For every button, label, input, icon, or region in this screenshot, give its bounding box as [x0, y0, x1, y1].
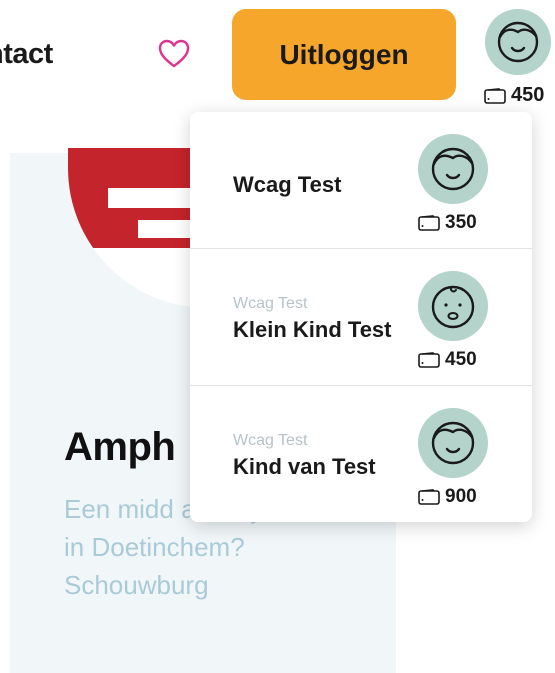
- user-credits: 450: [484, 84, 544, 107]
- profile-name: Wcag Test: [233, 172, 342, 197]
- credits-value: 900: [445, 486, 477, 507]
- nav-link-contact[interactable]: ntact: [0, 38, 53, 71]
- profile-parent-name: Wcag Test: [233, 432, 308, 449]
- profile-credits: 350: [418, 212, 477, 234]
- profile-credits: 900: [418, 486, 477, 508]
- baby-face-icon: [418, 271, 488, 341]
- profile-item[interactable]: Wcag Test Klein Kind Test 450: [190, 249, 532, 386]
- boy-face-icon: [418, 408, 488, 478]
- credits-value: 350: [445, 212, 477, 233]
- profile-credits: 450: [418, 349, 477, 371]
- boy-face-icon: [418, 134, 488, 204]
- user-avatar-icon[interactable]: [485, 9, 551, 75]
- profile-name: Kind van Test: [233, 454, 376, 479]
- profile-item[interactable]: Wcag Test 350: [190, 112, 532, 249]
- profile-name: Klein Kind Test: [233, 317, 392, 342]
- credits-value: 450: [511, 84, 545, 106]
- profile-switcher-dropdown: Wcag Test 350 Wcag Test Klein Kind Test: [190, 112, 532, 522]
- wallet-icon: [418, 352, 440, 368]
- logout-button[interactable]: Uitloggen: [232, 9, 456, 100]
- profile-item[interactable]: Wcag Test Kind van Test 900: [190, 386, 532, 522]
- heart-icon[interactable]: [157, 38, 191, 70]
- wallet-icon: [418, 215, 440, 231]
- profile-parent-name: Wcag Test: [233, 295, 308, 312]
- wallet-icon: [484, 87, 506, 104]
- credits-value: 450: [445, 349, 477, 370]
- venue-title: Amph: [64, 425, 176, 469]
- wallet-icon: [418, 489, 440, 505]
